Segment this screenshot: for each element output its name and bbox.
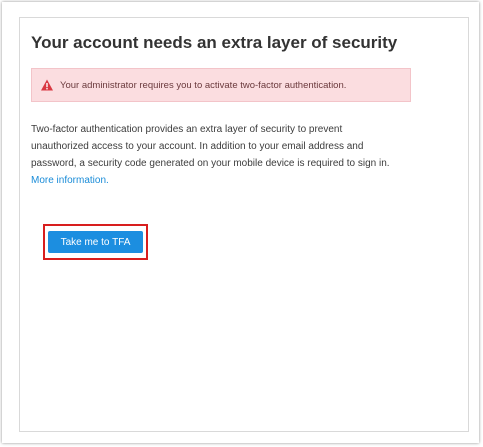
- tfa-description: Two-factor authentication provides an ex…: [31, 121, 426, 189]
- take-me-to-tfa-button[interactable]: Take me to TFA: [48, 231, 143, 253]
- warning-alert: Your administrator requires you to activ…: [31, 68, 411, 102]
- alert-message: Your administrator requires you to activ…: [60, 79, 347, 91]
- page-title: Your account needs an extra layer of sec…: [31, 33, 398, 52]
- description-line: Two-factor authentication provides an ex…: [31, 124, 343, 135]
- description-line: unauthorized access to your account. In …: [31, 141, 364, 152]
- warning-triangle-icon: [40, 78, 54, 92]
- more-information-link[interactable]: More information.: [31, 172, 426, 189]
- description-line: password, a security code generated on y…: [31, 158, 390, 169]
